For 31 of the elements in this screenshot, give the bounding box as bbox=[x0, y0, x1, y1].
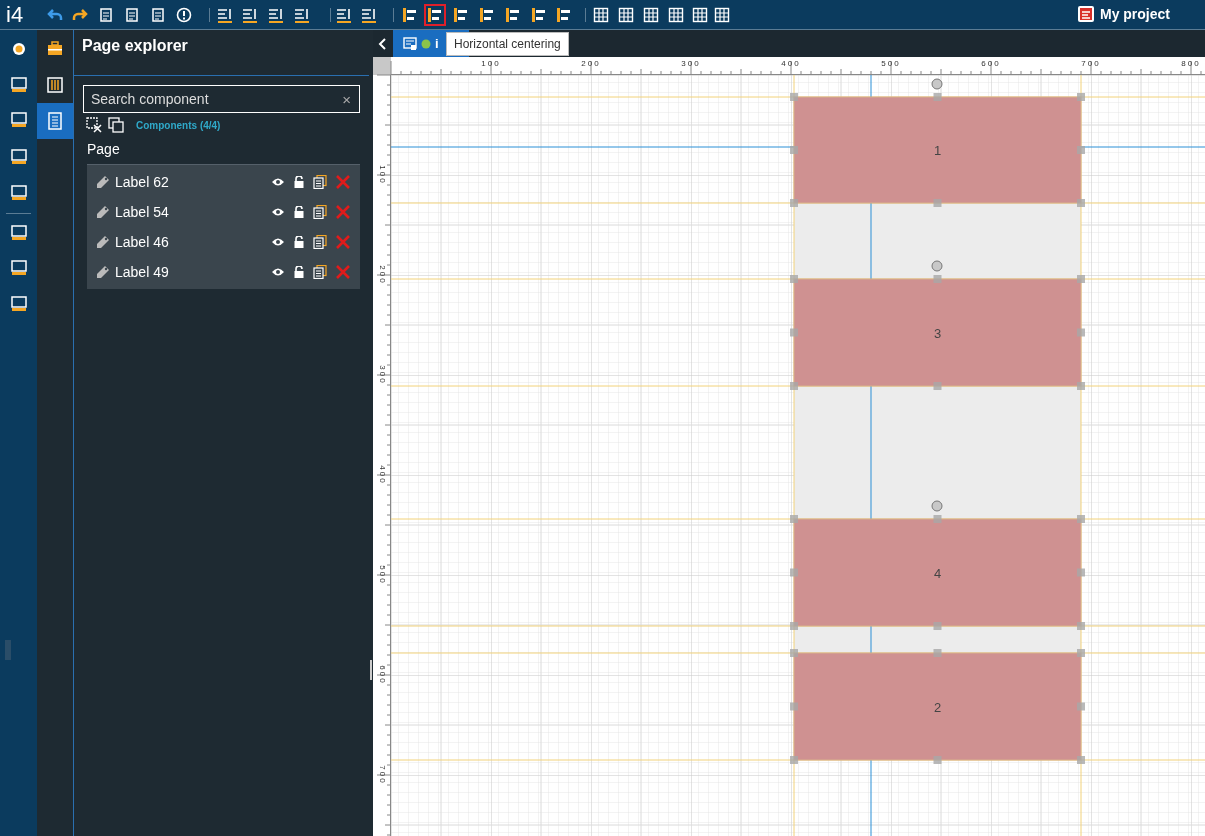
ruler-label: 600 bbox=[378, 665, 387, 685]
ruler-label: 100 bbox=[481, 59, 501, 68]
ruler-label: 400 bbox=[781, 59, 801, 68]
component-text: 1 bbox=[933, 143, 942, 158]
tree-item[interactable]: Label 49 bbox=[115, 264, 169, 280]
component-text: 2 bbox=[933, 699, 942, 715]
component-text: 3 bbox=[933, 325, 942, 341]
ruler-label: 400 bbox=[378, 465, 387, 485]
design-canvas[interactable]: 1 3 4 2 100 200 300 400 500 600 700 800 100 200 300 400 500 600 700 bbox=[373, 57, 1205, 836]
ruler-label: 500 bbox=[378, 565, 387, 585]
ruler-label: 600 bbox=[981, 59, 1001, 68]
component-count: Components (4/4) bbox=[136, 119, 221, 131]
ruler-label: 300 bbox=[681, 59, 701, 68]
tree-item[interactable]: Label 62 bbox=[115, 174, 169, 190]
app-logo: i4 bbox=[6, 2, 24, 28]
component-text: 4 bbox=[933, 565, 942, 581]
ruler-label: 200 bbox=[378, 265, 387, 285]
ruler-label: 700 bbox=[378, 765, 387, 785]
tooltip: Horizontal centering bbox=[446, 32, 569, 56]
project-title[interactable]: My project bbox=[1100, 6, 1170, 22]
clear-button[interactable]: × bbox=[342, 90, 351, 108]
ruler-label: 100 bbox=[378, 165, 387, 185]
search-field[interactable]: Search component × bbox=[83, 85, 360, 113]
ruler-label: 300 bbox=[378, 365, 387, 385]
ruler-label: 500 bbox=[881, 59, 901, 68]
tree-root[interactable]: Page bbox=[87, 141, 356, 157]
tree-item[interactable]: Label 54 bbox=[115, 204, 169, 220]
tree-item[interactable]: Label 46 bbox=[115, 234, 169, 250]
ruler-label: 800 bbox=[1181, 59, 1201, 68]
ruler-label: 700 bbox=[1081, 59, 1101, 68]
ruler-label: 200 bbox=[581, 59, 601, 68]
